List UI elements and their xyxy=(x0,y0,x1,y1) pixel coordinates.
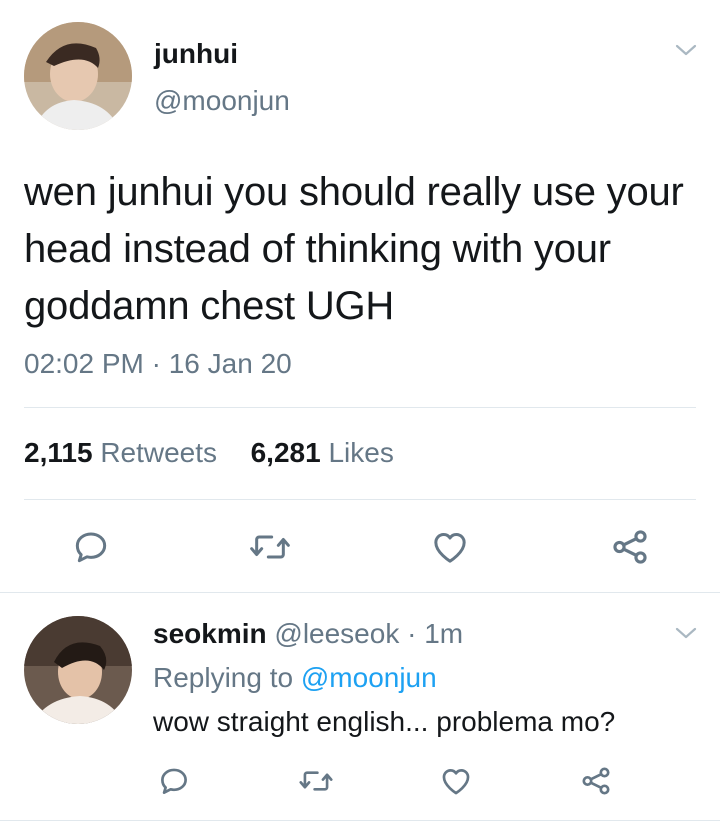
likes-count[interactable]: 6,281 xyxy=(251,437,321,468)
likes-label[interactable]: Likes xyxy=(328,437,393,468)
reply-icon[interactable] xyxy=(71,527,111,567)
reply-text: wow straight english... problema mo? xyxy=(153,706,616,737)
timestamp[interactable]: 02:02 PM · 16 Jan 20 xyxy=(24,348,292,380)
chevron-down-icon[interactable] xyxy=(675,626,697,640)
replying-handle-link[interactable]: @moonjun xyxy=(301,662,437,693)
retweet-icon[interactable] xyxy=(298,764,334,798)
share-icon[interactable] xyxy=(608,526,652,568)
like-icon[interactable] xyxy=(439,764,473,798)
divider xyxy=(0,820,720,821)
like-icon[interactable] xyxy=(429,527,471,567)
chevron-down-icon[interactable] xyxy=(675,43,697,57)
replying-to: Replying to @moonjun xyxy=(153,662,437,694)
engagement-stats: 2,115 Retweets 6,281 Likes xyxy=(24,437,394,469)
retweets-count[interactable]: 2,115 xyxy=(24,437,93,468)
divider xyxy=(24,407,696,408)
avatar[interactable] xyxy=(24,22,132,130)
retweets-label[interactable]: Retweets xyxy=(100,437,217,468)
share-icon[interactable] xyxy=(579,763,613,799)
reply-time[interactable]: · 1m xyxy=(407,618,463,649)
replying-prefix: Replying to xyxy=(153,662,294,693)
tweet-text: wen junhui you should really use your he… xyxy=(24,170,684,328)
reply-header: seokmin @leeseok · 1m xyxy=(153,618,463,650)
reply-handle[interactable]: @leeseok xyxy=(274,618,399,649)
display-name[interactable]: junhui xyxy=(154,38,238,70)
reply-icon[interactable] xyxy=(157,764,191,798)
handle[interactable]: @moonjun xyxy=(154,85,290,117)
divider xyxy=(24,499,696,500)
reply-avatar[interactable] xyxy=(24,616,132,724)
retweet-icon[interactable] xyxy=(248,527,292,567)
divider xyxy=(0,592,720,593)
reply-display-name[interactable]: seokmin xyxy=(153,618,267,649)
